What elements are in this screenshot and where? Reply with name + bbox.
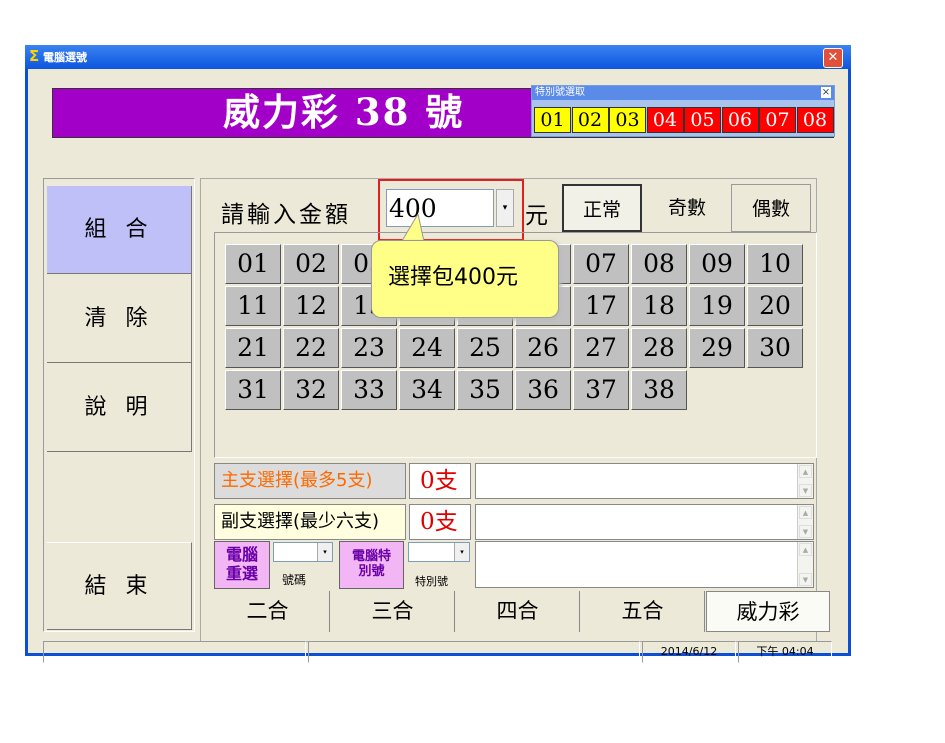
- number-button[interactable]: 19: [689, 286, 745, 326]
- sub-pick-field[interactable]: ▲ ▼: [475, 504, 814, 540]
- main-pick-button[interactable]: 主支選擇(最多5支): [214, 463, 406, 499]
- exit-button[interactable]: 結 束: [47, 542, 192, 630]
- number-button[interactable]: 34: [399, 370, 455, 410]
- computer-special-button[interactable]: 電腦特 別號: [339, 541, 404, 589]
- number-button[interactable]: 38: [631, 370, 687, 410]
- number-button[interactable]: 36: [515, 370, 571, 410]
- number-button[interactable]: 17: [573, 286, 629, 326]
- main-pick-scrollbar[interactable]: ▲ ▼: [797, 464, 813, 498]
- number-button[interactable]: 22: [283, 328, 339, 368]
- sub-pick-button[interactable]: 副支選擇(最少六支): [214, 504, 406, 540]
- window-title: 電腦選號: [43, 51, 87, 64]
- number-button[interactable]: 25: [457, 328, 513, 368]
- special-number-button[interactable]: 07: [759, 107, 796, 133]
- number-button[interactable]: 28: [631, 328, 687, 368]
- tab-3[interactable]: 四合: [456, 591, 580, 632]
- special-dropdown-button[interactable]: ▾: [454, 543, 469, 561]
- amount-unit: 元: [525, 203, 548, 229]
- amount-label: 請輸入金額: [221, 202, 351, 228]
- number-button[interactable]: 12: [283, 286, 339, 326]
- special-number-button[interactable]: 06: [721, 107, 759, 133]
- number-button[interactable]: 09: [689, 244, 745, 284]
- number-button[interactable]: 35: [457, 370, 513, 410]
- special-number-panel: 特別號選取 × 01 02 03 04 05 06 07 08: [531, 85, 835, 137]
- code-select[interactable]: ▾: [273, 542, 333, 562]
- tooltip: 選擇包400元: [371, 240, 559, 318]
- code-label: 號碼: [282, 573, 307, 587]
- number-button[interactable]: 10: [747, 244, 803, 284]
- number-button[interactable]: 23: [341, 328, 397, 368]
- number-button[interactable]: 18: [631, 286, 687, 326]
- tab-5[interactable]: 威力彩: [706, 591, 830, 632]
- help-button[interactable]: 說 明: [47, 363, 192, 452]
- number-button[interactable]: 11: [225, 286, 281, 326]
- special-number-button[interactable]: 01: [534, 107, 571, 133]
- number-button[interactable]: 32: [283, 370, 339, 410]
- sub-pick-scrollbar[interactable]: ▲ ▼: [797, 505, 813, 539]
- combine-button[interactable]: 組 合: [47, 186, 192, 274]
- special-select[interactable]: ▾: [408, 542, 470, 562]
- sub-pick-count: 0支: [409, 504, 471, 540]
- banner-title: 威力彩 38 號: [223, 90, 465, 134]
- status-cell-1: [43, 641, 306, 663]
- mode-normal-button[interactable]: 正常: [562, 184, 642, 232]
- number-button[interactable]: 20: [747, 286, 803, 326]
- number-button[interactable]: 29: [689, 328, 745, 368]
- random-result-field[interactable]: ▲ ▼: [475, 541, 814, 588]
- tab-2[interactable]: 三合: [331, 591, 455, 632]
- computer-redo-label: 電腦 重選: [225, 545, 258, 583]
- special-panel-title: 特別號選取: [535, 87, 585, 98]
- clear-button[interactable]: 清 除: [47, 274, 192, 363]
- app-icon: Σ: [29, 47, 40, 65]
- computer-redo-button[interactable]: 電腦 重選: [214, 541, 270, 589]
- app-window: Σ 電腦選號 ✕ 威力彩 38 號 特別號選取 × 01 02 03 04 05 06 07…: [25, 45, 851, 663]
- number-button[interactable]: 33: [341, 370, 397, 410]
- computer-special-label: 電腦特 別號: [351, 549, 391, 579]
- number-button[interactable]: 26: [515, 328, 571, 368]
- main-pick-count: 0支: [409, 463, 471, 499]
- main-pick-field[interactable]: ▲ ▼: [475, 463, 814, 499]
- status-date: 2014/6/12: [642, 641, 736, 663]
- number-button[interactable]: 07: [573, 244, 629, 284]
- special-number-button[interactable]: 05: [684, 107, 721, 133]
- random-result-scrollbar[interactable]: ▲ ▼: [797, 542, 813, 587]
- code-dropdown-button[interactable]: ▾: [317, 543, 332, 561]
- client-area: 威力彩 38 號 特別號選取 × 01 02 03 04 05 06 07 08 組 合 清 …: [28, 69, 848, 663]
- special-label: 特別號: [415, 575, 448, 588]
- special-panel-header: 特別號選取: [532, 86, 834, 100]
- special-number-button[interactable]: 08: [796, 107, 834, 133]
- number-button[interactable]: 31: [225, 370, 281, 410]
- number-button[interactable]: 37: [573, 370, 629, 410]
- number-button[interactable]: 30: [747, 328, 803, 368]
- number-button[interactable]: 02: [283, 244, 339, 284]
- special-number-button[interactable]: 04: [646, 107, 684, 133]
- mode-odd-button[interactable]: 奇數: [647, 184, 727, 232]
- status-time: 下午 04:04: [738, 641, 832, 663]
- number-button[interactable]: 24: [399, 328, 455, 368]
- status-cell-2: [308, 641, 640, 663]
- status-bar: 2014/6/12 下午 04:04: [43, 641, 833, 665]
- tab-1[interactable]: 二合: [206, 591, 330, 632]
- tooltip-text: 選擇包400元: [388, 265, 518, 290]
- number-button[interactable]: 27: [573, 328, 629, 368]
- title-bar[interactable]: Σ 電腦選號 ✕: [25, 45, 851, 69]
- number-button[interactable]: 01: [225, 244, 281, 284]
- tab-4[interactable]: 五合: [581, 591, 705, 632]
- special-panel-close-button[interactable]: ×: [821, 87, 831, 98]
- special-number-button[interactable]: 02: [571, 107, 609, 133]
- close-button[interactable]: ✕: [823, 48, 843, 68]
- mode-even-button[interactable]: 偶數: [731, 184, 811, 232]
- amount-dropdown-button[interactable]: ▾: [496, 189, 514, 227]
- number-button[interactable]: 08: [631, 244, 687, 284]
- number-button[interactable]: 21: [225, 328, 281, 368]
- special-number-button[interactable]: 03: [609, 107, 646, 133]
